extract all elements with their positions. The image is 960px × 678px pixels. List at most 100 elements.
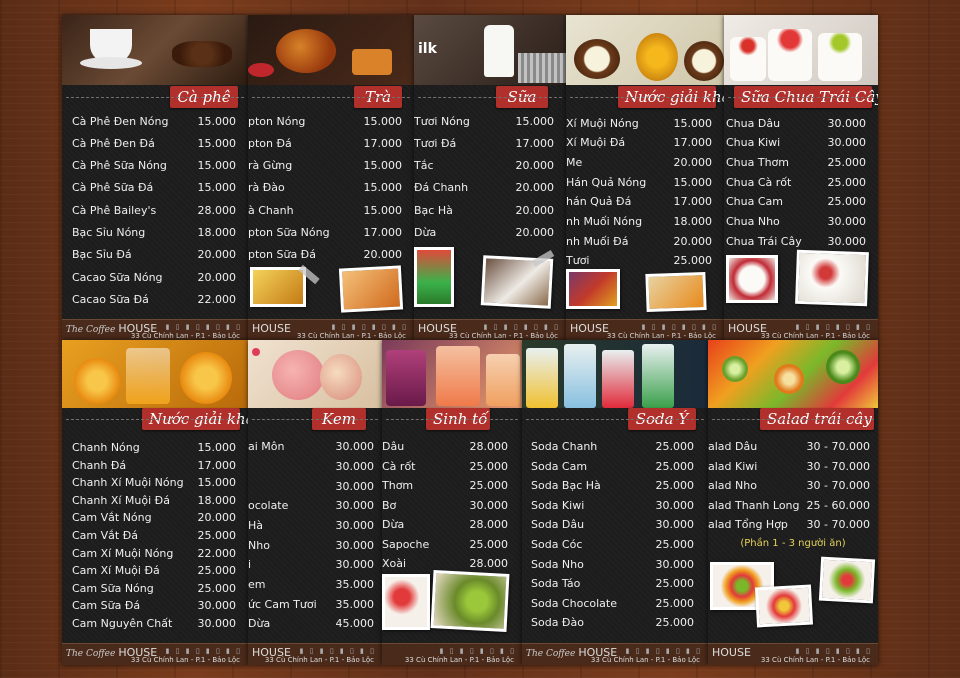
orange-photo	[62, 340, 248, 408]
footer: ▮ ▯ ▮ ▯ ▮ ▯ ▮ ▯ 33 Cù Chính Lan - P.1 - …	[382, 643, 522, 665]
list-item: rà Gừng 15.000	[248, 159, 402, 172]
address: 33 Cù Chính Lan - P.1 - Bảo Lộc	[264, 656, 374, 664]
list-item: Soda Đào 25.000	[531, 616, 694, 629]
footer: HOUSE ▮ ▯ ▮ ▯ ▮ ▯ ▮ ▯ 33 Cù Chính Lan - …	[566, 319, 724, 341]
list-item: Cà Phê Đen Nóng 15.000	[72, 115, 236, 128]
list-item: Cam Sữa Nóng 25.000	[72, 582, 236, 595]
portion-note: (Phần 1 - 3 người ăn)	[740, 538, 846, 549]
list-item: pton Sữa Nóng 17.000	[248, 226, 402, 239]
list-item: alad Thanh Long 25 - 60.000	[708, 499, 870, 512]
address: 33 Cù Chính Lan - P.1 - Bảo Lộc	[590, 656, 700, 664]
list-item: Bạc Sỉu Đá 20.000	[72, 248, 236, 261]
divider	[570, 97, 720, 98]
list-item: Soda Táo 25.000	[531, 577, 694, 590]
list-item: ocolate 30.000	[248, 499, 374, 512]
address: 33 Cù Chính Lan - P.1 - Bảo Lộc	[130, 332, 240, 340]
list-item: Bạc Hà 20.000	[414, 204, 554, 217]
divider	[728, 97, 874, 98]
salad-plate-photo	[818, 556, 876, 604]
list-item: em 35.000	[248, 578, 374, 591]
list-item: Chanh Xí Muội Đá 18.000	[72, 494, 236, 507]
menu-panel-kem: Kem ai Môn 30.000 30.000 30.000 ocolate 30…	[248, 340, 382, 665]
list-item: Cam Nguyên Chất 30.000	[72, 617, 236, 630]
list-item: Dừa 20.000	[414, 226, 554, 239]
list-item: Cacao Sữa Nóng 20.000	[72, 271, 236, 284]
list-item: hán Quả Đá 17.000	[566, 195, 712, 208]
list-item: Nho 30.000	[248, 539, 374, 552]
footer: The Coffee HOUSE ▮ ▯ ▮ ▯ ▮ ▯ ▮ ▯ 33 Cù Ch…	[522, 643, 708, 665]
brand: HOUSE	[712, 646, 751, 659]
list-item: Chanh Nóng 15.000	[72, 441, 236, 454]
yogurt-photo	[724, 15, 878, 85]
kiwi-smoothie-photo	[430, 570, 510, 632]
menu-panel-nuoc-giai-khat-2: Nước giải khát Chanh Nóng15.000 Chanh Đá…	[62, 340, 248, 665]
milk-glass-photo	[480, 255, 554, 309]
menu-panel-salad: Salad trái cây alad Dâu 30 - 70.000 alad …	[708, 340, 878, 665]
orange-drink-photo	[645, 271, 707, 313]
brand: HOUSE	[252, 322, 291, 335]
list-item: Me 20.000	[566, 156, 712, 169]
fruit-cup-photo	[754, 584, 814, 628]
list-item: Tươi Đá 17.000	[414, 137, 554, 150]
menu-panel-sua-chua: Sữa Chua Trái Cây Chua Dâu 30.000 Chua Ki…	[724, 15, 878, 341]
list-item: Cà Phê Sữa Đá 15.000	[72, 181, 236, 194]
list-item: à Chanh 15.000	[248, 204, 402, 217]
menu-panel-ca-phe: Cà phê Cà Phê Đen Nóng 15.000 Cà Phê Đen …	[62, 15, 248, 341]
list-item: Cam Xí Muội Đá 25.000	[72, 564, 236, 577]
list-item: alad Tổng Hợp 30 - 70.000	[708, 518, 870, 531]
list-item: Chua Thơm 25.000	[726, 156, 866, 169]
list-item: nh Muối Đá 20.000	[566, 235, 712, 248]
list-item: Chua Trái Cây 30.000	[726, 235, 866, 248]
strawberry-photo	[382, 574, 430, 630]
menu-panel-tra: Trà pton Nóng 15.000 pton Đá 17.000 rà Gừn…	[248, 15, 414, 341]
divider	[66, 419, 244, 420]
cup-icons: ▮ ▯ ▮ ▯ ▮ ▯ ▮ ▯	[165, 323, 242, 331]
divider	[386, 419, 518, 420]
cup-icons: ▮ ▯ ▮ ▯ ▮ ▯ ▮ ▯	[483, 323, 560, 331]
cup-icons: ▮ ▯ ▮ ▯ ▮ ▯ ▮ ▯	[165, 647, 242, 655]
address: 33 Cù Chính Lan - P.1 - Bảo Lộc	[760, 656, 870, 664]
list-item: i 30.000	[248, 558, 374, 571]
footer: HOUSE ▮ ▯ ▮ ▯ ▮ ▯ ▮ ▯ 33 Cù Chính Lan - …	[248, 319, 414, 341]
list-item: 30.000	[335, 480, 375, 493]
list-item: Soda Cóc 25.000	[531, 538, 694, 551]
fruit-salad-photo	[708, 340, 878, 408]
list-item: Tắc 20.000	[414, 159, 554, 172]
footer: HOUSE ▮ ▯ ▮ ▯ ▮ ▯ ▮ ▯ 33 Cù Chính Lan - …	[724, 319, 878, 341]
cup-icons: ▮ ▯ ▮ ▯ ▮ ▯ ▮ ▯	[439, 647, 516, 655]
cup-icons: ▮ ▯ ▮ ▯ ▮ ▯ ▮ ▯	[625, 647, 702, 655]
list-item: alad Nho 30 - 70.000	[708, 479, 870, 492]
list-item: Soda Bạc Hà 25.000	[531, 479, 694, 492]
list-item: pton Nóng 15.000	[248, 115, 402, 128]
list-item: Soda Dâu 30.000	[531, 518, 694, 531]
ice-cream-photo	[248, 340, 382, 408]
list-item: Bạc Sỉu Nóng 18.000	[72, 226, 236, 239]
list-item: Soda Chanh 25.000	[531, 440, 694, 453]
divider	[252, 419, 378, 420]
list-item: Chanh Xí Muội Nóng 15.000	[72, 476, 236, 489]
list-item: Cà rốt 25.000	[382, 460, 508, 473]
list-item: Cà Phê Đen Đá 15.000	[72, 137, 236, 150]
footer: The Coffee HOUSE ▮ ▯ ▮ ▯ ▮ ▯ ▮ ▯ 33 Cù Ch…	[62, 319, 248, 341]
yogurt-bowl-photo	[726, 255, 778, 303]
list-item: 30.000	[335, 460, 375, 473]
list-item: Chua Kiwi 30.000	[726, 136, 866, 149]
divider	[66, 97, 244, 98]
menu-panel-nuoc-giai-khat-1: Nước giải khát Xí Muội Nóng15.000 Xí Muộ…	[566, 15, 724, 341]
divider	[712, 419, 874, 420]
list-item: Soda Kiwi 30.000	[531, 499, 694, 512]
brand: HOUSE	[570, 322, 609, 335]
divider	[526, 419, 704, 420]
footer: HOUSE ▮ ▯ ▮ ▯ ▮ ▯ ▮ ▯ 33 Cù Chính Lan - …	[414, 319, 566, 341]
cup-icons: ▮ ▯ ▮ ▯ ▮ ▯ ▮ ▯	[641, 323, 718, 331]
address: 33 Cù Chính Lan - P.1 - Bảo Lộc	[760, 332, 870, 340]
list-item: Hà 30.000	[248, 519, 374, 532]
list-item: Chua Cam 25.000	[726, 195, 866, 208]
list-item: Chua Dâu 30.000	[726, 117, 866, 130]
list-item: Soda Chocolate 25.000	[531, 597, 694, 610]
menu-panel-sua: ilk Sữa Tươi Nóng 15.000 Tươi Đá 17.000 Tắ…	[414, 15, 566, 341]
address: 33 Cù Chính Lan - P.1 - Bảo Lộc	[606, 332, 716, 340]
list-item: Soda Nho 30.000	[531, 558, 694, 571]
menu-panel-sinh-to: Sinh tố Dâu 28.000 Cà rốt 25.000 Thơm 25.00…	[382, 340, 522, 665]
list-item: Xí Muội Nóng 15.000	[566, 117, 712, 130]
